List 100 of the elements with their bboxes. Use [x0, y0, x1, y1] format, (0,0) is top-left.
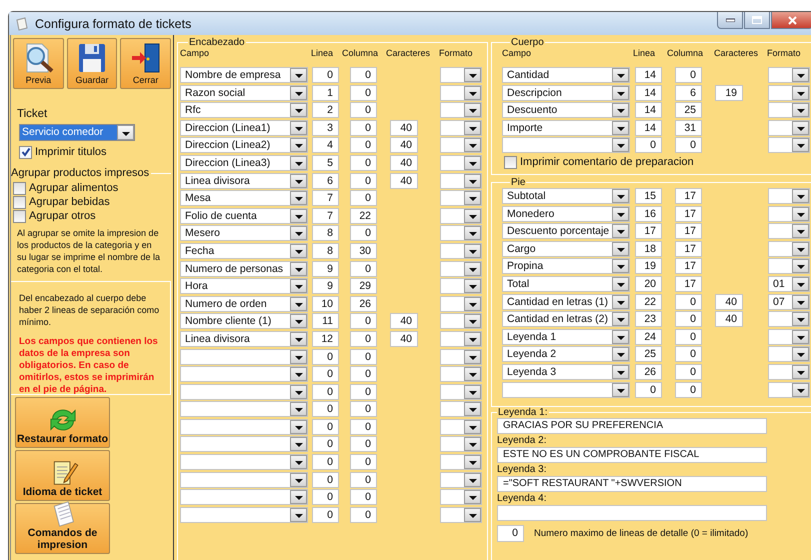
dropdown-button[interactable]: [464, 208, 481, 223]
dropdown-button[interactable]: [464, 508, 481, 522]
formato-dropdown[interactable]: 07: [768, 294, 810, 310]
linea-field[interactable]: 0: [312, 401, 339, 418]
linea-field[interactable]: 0: [635, 382, 662, 398]
formato-dropdown[interactable]: [440, 67, 482, 83]
minimize-button[interactable]: [717, 12, 743, 29]
caracteres-field[interactable]: 40: [390, 154, 418, 171]
dropdown-button[interactable]: [290, 402, 307, 416]
formato-dropdown[interactable]: [440, 102, 482, 118]
side-button[interactable]: Idioma de ticket: [15, 450, 110, 501]
dropdown-button[interactable]: [792, 382, 809, 397]
dropdown-button[interactable]: [290, 262, 307, 276]
dropdown-button[interactable]: [290, 367, 307, 382]
campo-dropdown[interactable]: Leyenda 2: [502, 346, 630, 362]
side-button[interactable]: Restaurar formato: [15, 397, 110, 448]
dropdown-button[interactable]: [612, 103, 629, 118]
columna-field[interactable]: 17: [675, 276, 702, 292]
campo-dropdown[interactable]: Descuento: [502, 102, 630, 118]
caracteres-field[interactable]: 40: [715, 311, 743, 328]
linea-field[interactable]: 14: [635, 67, 662, 83]
leyenda-field[interactable]: ="SOFT RESTAURANT "+SWVERSION: [497, 476, 767, 492]
campo-dropdown[interactable]: Leyenda 3: [502, 364, 630, 380]
linea-field[interactable]: 0: [312, 348, 339, 364]
formato-dropdown[interactable]: [440, 242, 482, 259]
campo-dropdown[interactable]: Subtotal: [502, 188, 630, 204]
formato-dropdown[interactable]: [440, 418, 482, 435]
campo-dropdown[interactable]: Rfc: [180, 102, 308, 118]
campo-dropdown[interactable]: Importe: [502, 120, 630, 136]
linea-field[interactable]: 0: [312, 506, 339, 523]
dropdown-button[interactable]: [464, 244, 481, 258]
formato-dropdown[interactable]: [440, 401, 482, 418]
dropdown-button[interactable]: [464, 455, 481, 470]
columna-field[interactable]: 17: [675, 223, 702, 240]
formato-dropdown[interactable]: [440, 154, 482, 171]
campo-dropdown[interactable]: Linea divisora: [180, 172, 308, 189]
dropdown-button[interactable]: [612, 364, 629, 379]
agrupar-checkbox[interactable]: Agrupar alimentos: [13, 181, 167, 195]
dropdown-button[interactable]: [464, 68, 481, 82]
formato-dropdown[interactable]: [768, 137, 810, 154]
columna-field[interactable]: 0: [675, 311, 702, 328]
dropdown-button[interactable]: [792, 294, 809, 309]
dropdown-button[interactable]: [464, 472, 481, 487]
dropdown-button[interactable]: [290, 156, 307, 170]
formato-dropdown[interactable]: [440, 137, 482, 154]
dropdown-button[interactable]: [117, 125, 134, 140]
formato-dropdown[interactable]: [768, 188, 810, 204]
linea-field[interactable]: 0: [312, 489, 339, 506]
columna-field[interactable]: 0: [675, 137, 702, 154]
formato-dropdown[interactable]: [768, 382, 810, 398]
columna-field[interactable]: 0: [350, 260, 377, 277]
columna-field[interactable]: 0: [350, 190, 377, 206]
formato-dropdown[interactable]: [440, 348, 482, 364]
toolbar-button[interactable]: Guardar: [66, 38, 118, 89]
formato-dropdown[interactable]: [440, 506, 482, 523]
formato-dropdown[interactable]: [768, 328, 810, 345]
columna-field[interactable]: 17: [675, 188, 702, 204]
linea-field[interactable]: 0: [312, 67, 339, 83]
dropdown-button[interactable]: [612, 294, 629, 309]
columna-field[interactable]: 6: [675, 84, 702, 101]
dropdown-button[interactable]: [612, 86, 629, 100]
formato-dropdown[interactable]: [768, 346, 810, 362]
columna-field[interactable]: 25: [675, 102, 702, 118]
max-lines-field[interactable]: 0: [497, 525, 524, 542]
formato-dropdown[interactable]: [768, 240, 810, 257]
linea-field[interactable]: 7: [312, 190, 339, 206]
dropdown-button[interactable]: [290, 120, 307, 135]
formato-dropdown[interactable]: [768, 364, 810, 380]
dropdown-button[interactable]: [612, 312, 629, 326]
campo-dropdown[interactable]: Propina: [502, 258, 630, 274]
dropdown-button[interactable]: [792, 276, 809, 291]
linea-field[interactable]: 0: [312, 454, 339, 470]
campo-dropdown[interactable]: Razon social: [180, 84, 308, 101]
linea-field[interactable]: 1: [312, 84, 339, 101]
columna-field[interactable]: 0: [350, 436, 377, 452]
dropdown-button[interactable]: [464, 279, 481, 294]
linea-field[interactable]: 25: [635, 346, 662, 362]
campo-dropdown[interactable]: Direccion (Linea3): [180, 154, 308, 171]
agrupar-checkbox[interactable]: Agrupar otros: [13, 209, 167, 223]
formato-dropdown[interactable]: [768, 84, 810, 101]
linea-field[interactable]: 0: [312, 384, 339, 400]
formato-dropdown[interactable]: [768, 206, 810, 222]
columna-field[interactable]: 0: [350, 366, 377, 382]
dropdown-button[interactable]: [612, 68, 629, 82]
dropdown-button[interactable]: [290, 244, 307, 258]
linea-field[interactable]: 12: [312, 330, 339, 347]
dropdown-button[interactable]: [290, 437, 307, 452]
linea-field[interactable]: 14: [635, 120, 662, 136]
dropdown-button[interactable]: [792, 206, 809, 221]
caracteres-field[interactable]: 40: [390, 137, 418, 154]
toolbar-button[interactable]: Previa: [13, 38, 64, 89]
leyenda-field[interactable]: [497, 505, 767, 521]
linea-field[interactable]: 4: [312, 137, 339, 154]
imprimir-titulos-checkbox[interactable]: Imprimir titulos: [19, 145, 171, 159]
caracteres-field[interactable]: 19: [715, 84, 743, 101]
campo-dropdown[interactable]: Mesero: [180, 225, 308, 242]
dropdown-button[interactable]: [792, 103, 809, 118]
columna-field[interactable]: 0: [675, 346, 702, 362]
columna-field[interactable]: 0: [350, 506, 377, 523]
formato-dropdown[interactable]: [768, 311, 810, 328]
